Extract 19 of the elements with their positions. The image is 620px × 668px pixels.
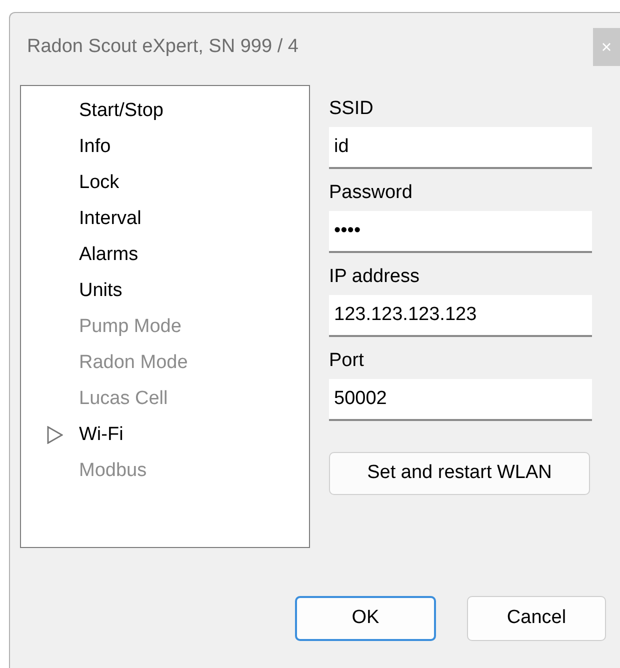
list-item[interactable]: Wi-Fi bbox=[79, 420, 124, 450]
input-field[interactable]: •••• bbox=[329, 211, 592, 253]
field-label: Port bbox=[329, 349, 365, 373]
list-item[interactable]: Info bbox=[79, 132, 111, 162]
restart-wlan-button[interactable]: Set and restart WLAN bbox=[329, 452, 590, 495]
input-field[interactable]: 50002 bbox=[329, 379, 592, 421]
field-label: SSID bbox=[329, 97, 374, 121]
list-item[interactable]: Start/Stop bbox=[79, 96, 164, 126]
input-field[interactable]: id bbox=[329, 127, 592, 169]
field-label: Password bbox=[329, 181, 414, 205]
dialog-button[interactable]: OK bbox=[295, 596, 436, 641]
list-item[interactable]: Alarms bbox=[79, 240, 138, 270]
input-field[interactable]: 123.123.123.123 bbox=[329, 295, 592, 337]
list-item[interactable]: Lock bbox=[79, 168, 120, 198]
list-item[interactable]: Units bbox=[79, 276, 122, 306]
dialog-button[interactable]: Cancel bbox=[467, 596, 606, 641]
list-item[interactable]: Interval bbox=[79, 204, 142, 234]
window-title: Radon Scout eXpert, SN 999 / 4 bbox=[27, 35, 298, 59]
field-label: IP address bbox=[329, 265, 420, 289]
